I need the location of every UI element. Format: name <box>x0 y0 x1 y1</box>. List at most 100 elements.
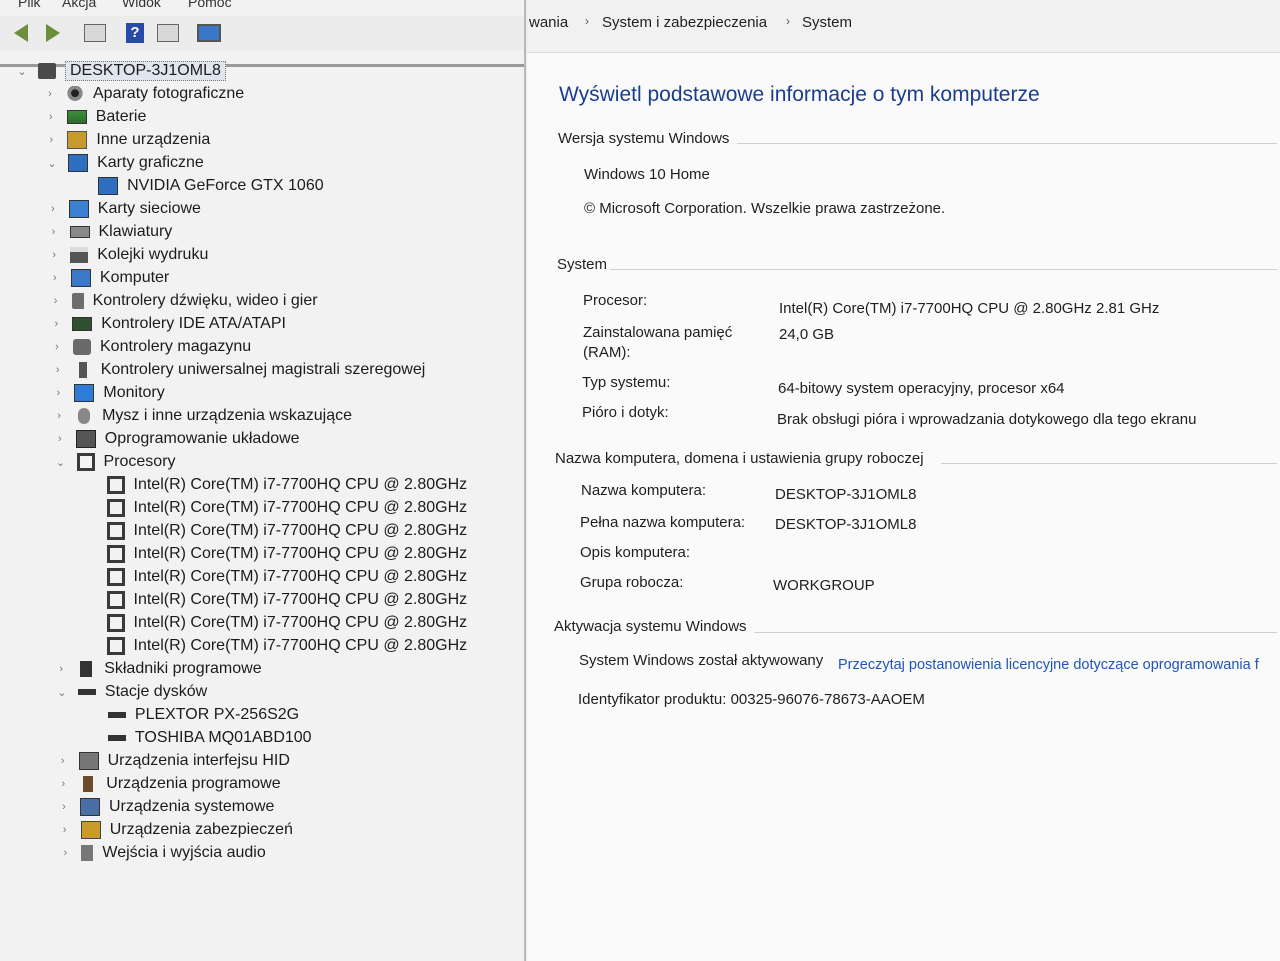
product-id-label: Identyfikator produktu: <box>578 691 727 708</box>
chevron-right-icon[interactable]: › <box>52 387 64 399</box>
tree-device-item[interactable]: Intel(R) Core(TM) i7-7700HQ CPU @ 2.80GH… <box>106 635 467 657</box>
tree-device-item[interactable]: Intel(R) Core(TM) i7-7700HQ CPU @ 2.80GH… <box>106 566 468 588</box>
tree-device-item[interactable]: Intel(R) Core(TM) i7-7700HQ CPU @ 2.80GH… <box>106 612 467 634</box>
breadcrumb-control-panel[interactable]: wania <box>529 14 568 31</box>
tree-category-item[interactable]: › Kontrolery magazynu <box>51 336 251 358</box>
product-id-value: 00325-96076-78673-AAOEM <box>730 691 925 708</box>
chevron-right-icon[interactable]: › <box>45 134 57 146</box>
scan-monitor-icon[interactable] <box>196 21 222 45</box>
chevron-down-icon[interactable]: ⌄ <box>56 686 68 699</box>
chevron-down-icon[interactable]: ⌄ <box>16 65 28 78</box>
chevron-right-icon[interactable]: › <box>51 341 63 353</box>
chevron-right-icon[interactable]: › <box>47 203 59 215</box>
properties-icon[interactable] <box>82 21 108 45</box>
chevron-right-icon[interactable]: › <box>50 295 62 307</box>
tree-device-item[interactable]: NVIDIA GeForce GTX 1060 <box>98 175 324 197</box>
chevron-right-icon[interactable]: › <box>52 364 64 376</box>
chevron-right-icon[interactable]: › <box>57 755 69 767</box>
ram-label: Zainstalowana pamięć (RAM): <box>583 324 733 361</box>
tree-category-item[interactable]: › Składniki programowe <box>55 658 262 680</box>
tree-category-item[interactable]: ⌄ Karty graficzne <box>46 152 204 174</box>
menu-help[interactable]: Pomoc <box>188 0 232 10</box>
tree-device-item[interactable]: Intel(R) Core(TM) i7-7700HQ CPU @ 2.80GH… <box>106 520 468 542</box>
tree-root-computer[interactable]: ⌄ DESKTOP-3J1OML8 <box>16 60 226 82</box>
tree-device-item[interactable]: TOSHIBA MQ01ABD100 <box>107 727 312 749</box>
tree-category-item[interactable]: › Kontrolery IDE ATA/ATAPI <box>50 313 286 335</box>
chevron-right-icon[interactable]: › <box>55 663 67 675</box>
tree-device-item[interactable]: Intel(R) Core(TM) i7-7700HQ CPU @ 2.80GH… <box>106 589 467 611</box>
help-icon[interactable]: ? <box>122 21 148 45</box>
update-driver-icon[interactable] <box>155 21 181 45</box>
chevron-down-icon[interactable]: ⌄ <box>55 456 67 469</box>
printer-icon <box>70 247 89 263</box>
chevron-right-icon[interactable]: › <box>59 847 71 859</box>
tree-category-item[interactable]: › Urządzenia interfejsu HID <box>57 750 290 772</box>
camera-icon <box>66 86 84 102</box>
tree-category-item[interactable]: › Monitory <box>52 382 165 404</box>
computer-icon <box>38 63 56 79</box>
tree-item-label: Kontrolery IDE ATA/ATAPI <box>101 315 286 332</box>
storage-controller-icon <box>73 339 91 355</box>
breadcrumb-system[interactable]: System <box>802 14 852 31</box>
chevron-right-icon[interactable]: › <box>50 318 62 330</box>
chevron-down-icon[interactable]: ⌄ <box>46 157 58 170</box>
license-terms-link[interactable]: Przeczytaj postanowienia licencyjne doty… <box>838 655 1259 675</box>
tree-category-item[interactable]: › Baterie <box>45 106 147 128</box>
tree-category-item[interactable]: ⌄ Stacje dysków <box>56 681 207 703</box>
menu-bar: Plik Akcja Widok Pomoc <box>0 0 524 10</box>
chevron-right-icon[interactable]: › <box>48 226 60 238</box>
chevron-right-icon[interactable]: › <box>53 410 65 422</box>
back-arrow-icon[interactable] <box>8 21 34 45</box>
chevron-right-icon[interactable]: › <box>49 272 61 284</box>
tree-item-label: Mysz i inne urządzenia wskazujące <box>102 407 352 424</box>
tree-category-item[interactable]: › Mysz i inne urządzenia wskazujące <box>53 405 352 427</box>
tree-category-item[interactable]: › Karty sieciowe <box>47 198 201 220</box>
tree-item-label: TOSHIBA MQ01ABD100 <box>134 729 312 746</box>
breadcrumb-security[interactable]: System i zabezpieczenia <box>602 14 767 31</box>
tree-category-item[interactable]: › Kontrolery dźwięku, wideo i gier <box>50 290 318 312</box>
menu-file[interactable]: Plik <box>18 0 41 10</box>
tree-category-item[interactable]: › Oprogramowanie układowe <box>54 428 300 450</box>
tree-category-item[interactable]: › Wejścia i wyjścia audio <box>59 842 266 864</box>
system-type-value: 64-bitowy system operacyjny, procesor x6… <box>778 380 1065 397</box>
tree-item-label: Urządzenia programowe <box>106 775 281 792</box>
tree-category-item[interactable]: › Komputer <box>49 267 169 289</box>
processor-label: Procesor: <box>583 292 648 309</box>
chevron-right-icon[interactable]: › <box>58 801 70 813</box>
tree-item-label: Karty sieciowe <box>97 200 201 217</box>
tree-device-item[interactable]: Intel(R) Core(TM) i7-7700HQ CPU @ 2.80GH… <box>106 474 467 496</box>
menu-action[interactable]: Akcja <box>62 0 96 10</box>
menu-view[interactable]: Widok <box>122 0 161 10</box>
system-divider <box>610 269 1277 270</box>
tree-category-item[interactable]: ⌄ Procesory <box>55 451 176 473</box>
chevron-right-icon[interactable]: › <box>59 824 71 836</box>
computer-name-label: Nazwa komputera: <box>581 482 707 499</box>
tree-category-item[interactable]: › Klawiatury <box>48 221 173 243</box>
tree-item-label: Intel(R) Core(TM) i7-7700HQ CPU @ 2.80GH… <box>133 522 468 539</box>
chevron-right-icon[interactable]: › <box>54 433 66 445</box>
chevron-right-icon[interactable]: › <box>48 249 60 261</box>
tree-item-label: Intel(R) Core(TM) i7-7700HQ CPU @ 2.80GH… <box>133 499 468 516</box>
tree-device-item[interactable]: PLEXTOR PX-256S2G <box>107 704 299 726</box>
tree-category-item[interactable]: › Aparaty fotograficzne <box>44 83 244 105</box>
tree-category-item[interactable]: › Kolejki wydruku <box>48 244 208 266</box>
chevron-right-icon[interactable]: › <box>45 111 57 123</box>
tree-item-label: Intel(R) Core(TM) i7-7700HQ CPU @ 2.80GH… <box>133 568 468 585</box>
chevron-right-icon[interactable]: › <box>57 778 69 790</box>
windows-edition: Windows 10 Home <box>584 166 710 183</box>
software-component-icon <box>80 661 93 677</box>
tree-item-label: Urządzenia systemowe <box>109 798 275 815</box>
tree-item-label: NVIDIA GeForce GTX 1060 <box>127 177 324 194</box>
forward-arrow-icon[interactable] <box>40 21 66 45</box>
tree-item-label: Inne urządzenia <box>96 131 211 148</box>
tree-device-item[interactable]: Intel(R) Core(TM) i7-7700HQ CPU @ 2.80GH… <box>106 543 467 565</box>
tree-category-item[interactable]: › Kontrolery uniwersalnej magistrali szer… <box>52 359 425 381</box>
tree-device-item[interactable]: Intel(R) Core(TM) i7-7700HQ CPU @ 2.80GH… <box>106 497 468 519</box>
tree-item-label: Urządzenia interfejsu HID <box>107 752 290 769</box>
tree-category-item[interactable]: › Urządzenia zabezpieczeń <box>59 819 293 841</box>
chevron-right-icon[interactable]: › <box>44 88 56 100</box>
tree-category-item[interactable]: › Urządzenia systemowe <box>58 796 274 818</box>
tree-category-item[interactable]: › Inne urządzenia <box>45 129 210 151</box>
processor-icon <box>76 453 95 471</box>
tree-category-item[interactable]: › Urządzenia programowe <box>57 773 281 795</box>
